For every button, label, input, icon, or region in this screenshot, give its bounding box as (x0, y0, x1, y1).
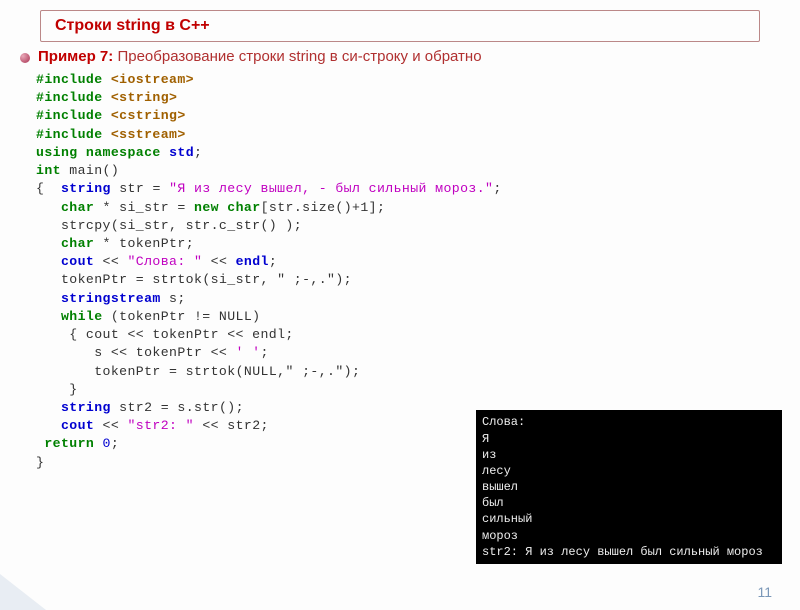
slide-title: Строки string в C++ (55, 17, 745, 35)
subtitle-row: Пример 7: Преобразование строки string в… (20, 48, 780, 65)
page-number: 11 (757, 584, 772, 600)
title-box: Строки string в C++ (40, 10, 760, 42)
example-label: Пример 7: (38, 48, 113, 65)
bullet-icon (20, 53, 30, 63)
subtitle-text: Пример 7: Преобразование строки string в… (38, 48, 482, 65)
page-corner-decoration (0, 574, 46, 610)
console-output: Слова: Я из лесу вышел был сильный мороз… (476, 410, 782, 564)
example-desc: Преобразование строки string в си-строку… (117, 48, 481, 65)
